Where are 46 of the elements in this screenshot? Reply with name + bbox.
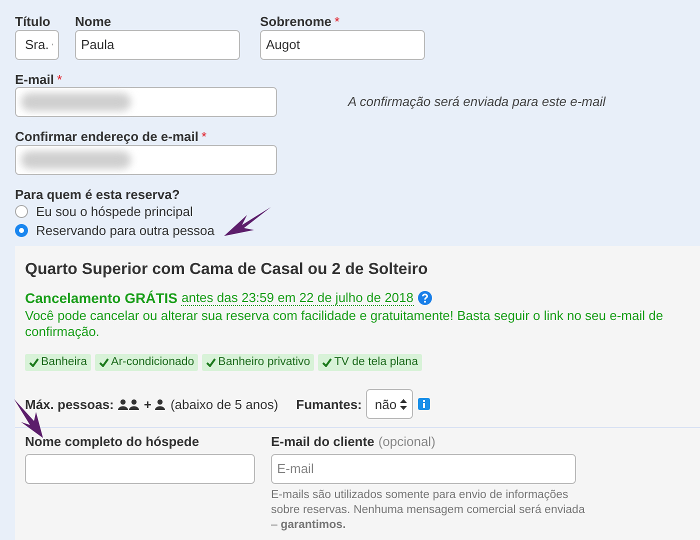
required-asterisk: * [202, 129, 207, 145]
amenity-tag: TV de tela plana [318, 354, 422, 372]
field-label: Sobrenome [260, 14, 332, 30]
required-asterisk: * [334, 14, 340, 30]
field-label: Nome [75, 14, 112, 30]
max-guests-label: Máx. pessoas: [25, 396, 114, 412]
smoking-select[interactable]: não [366, 389, 413, 420]
guest-name-field[interactable] [25, 454, 255, 484]
room-title: Quarto Superior com Cama de Casal ou 2 de Solteiro [25, 260, 429, 280]
field-label: Confirmar endereço de e-mail [15, 129, 198, 145]
field-label: Título [15, 14, 50, 30]
field-label: Nome completo do hóspede [25, 434, 200, 450]
email-field[interactable] [15, 87, 277, 118]
text-field[interactable]: Paula [75, 30, 240, 60]
title-select[interactable]: Sra. [15, 30, 59, 60]
age-note: (abaixo de 5 anos) [170, 396, 278, 412]
annotation-arrow [222, 205, 272, 238]
smoking-label: Fumantes: [296, 396, 362, 412]
child-icon [155, 398, 166, 410]
cancellation-description: Você pode cancelar ou alterar sua reserva com facilidade e gratuitamente! Basta seguir o link no seu e-mail de confirmação. [25, 308, 664, 340]
help-icon[interactable] [418, 290, 432, 305]
check-icon [206, 358, 216, 367]
field-label: E-mail do cliente [271, 434, 374, 450]
text-field[interactable]: Augot [260, 30, 425, 60]
check-icon [99, 358, 110, 367]
radio-button[interactable] [15, 224, 28, 238]
cancellation-label: Cancelamento GRÁTIS [25, 290, 178, 306]
radio-label[interactable]: Eu sou o hóspede principal [36, 204, 193, 220]
required-asterisk: * [57, 72, 62, 88]
field-label: E-mail [15, 72, 54, 88]
amenity-tag: Banheiro privativo [202, 354, 314, 372]
amenity-tag: Banheira [25, 354, 92, 372]
email-field[interactable] [15, 144, 277, 175]
amenity-tag: Ar-condicionado [95, 354, 198, 372]
info-icon[interactable] [418, 398, 430, 410]
adults-icon [118, 398, 140, 410]
hint-text: A confirmação será enviada para este e-mail [348, 94, 606, 110]
radio-button[interactable] [15, 205, 28, 218]
check-icon [29, 358, 39, 367]
plus-sign: + [144, 396, 152, 412]
radio-label[interactable]: Reservando para outra pessoa [36, 223, 215, 239]
email-field[interactable]: E-mail [271, 454, 576, 484]
help-text: E-mails são utilizados somente para envio de informações sobre reservas. Nenhuma mensagem comercial será enviada – garantimos. [271, 488, 586, 533]
optional-note: (opcional) [378, 434, 436, 450]
check-icon [322, 358, 332, 367]
question-label: Para quem é esta reserva? [15, 186, 180, 202]
